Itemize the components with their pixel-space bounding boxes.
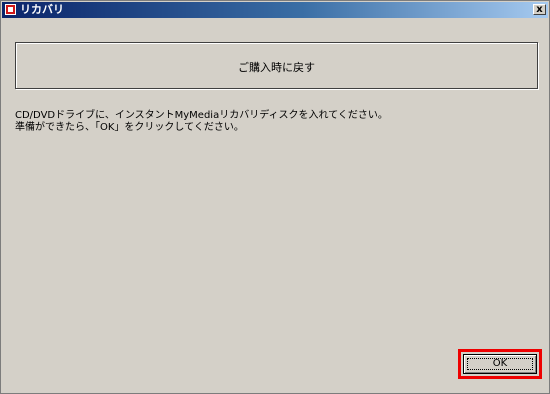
close-icon: x <box>536 4 543 15</box>
ok-button[interactable]: OK <box>463 354 537 374</box>
window-title: リカバリ <box>20 3 64 16</box>
instruction-message: CD/DVDドライブに、インスタントMyMediaリカバリディスクを入れてくださ… <box>15 110 388 134</box>
instruction-line-2: 準備ができたら、「OK」をクリックしてください。 <box>15 122 244 133</box>
recovery-window: リカバリ x ご購入時に戻す CD/DVDドライブに、インスタントMyMedia… <box>0 0 550 394</box>
restore-button-label: ご購入時に戻す <box>238 61 315 74</box>
restore-to-purchase-button[interactable]: ご購入時に戻す <box>15 42 538 89</box>
close-button[interactable]: x <box>533 4 546 15</box>
app-icon <box>5 4 16 15</box>
instruction-line-1: CD/DVDドライブに、インスタントMyMediaリカバリディスクを入れてくださ… <box>15 110 388 121</box>
title-bar[interactable]: リカバリ x <box>2 2 548 18</box>
